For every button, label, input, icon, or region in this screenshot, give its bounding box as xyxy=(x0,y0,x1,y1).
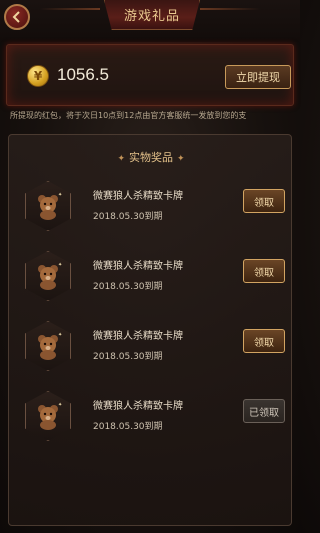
teddy-bear-icon: ✦ xyxy=(25,321,71,371)
prize-name: 微赛狼人杀精致卡牌 xyxy=(93,331,183,342)
prize-item: ✦ 微赛狼人杀精致卡牌 2018.05.30到期 领取 xyxy=(17,179,285,239)
withdraw-button[interactable]: 立即提现 xyxy=(225,65,291,89)
svg-text:✦: ✦ xyxy=(58,192,62,198)
chevron-left-icon xyxy=(12,11,20,23)
physical-prizes-panel: ✦ 实物奖品 ✦ ✦ 微赛狼人杀精致卡牌 2018.05.30到期 领取 ✦ 微赛狼… xyxy=(8,134,292,526)
top-bar: 游戏礼品 xyxy=(0,0,300,42)
title-ornament-left xyxy=(40,8,100,10)
ornament-icon: ✦ xyxy=(177,154,185,164)
claim-button[interactable]: 领取 xyxy=(243,329,285,353)
claim-button[interactable]: 领取 xyxy=(243,189,285,213)
section-header: ✦ 实物奖品 ✦ xyxy=(9,149,293,165)
teddy-bear-icon: ✦ xyxy=(25,251,71,301)
prize-item: ✦ 微赛狼人杀精致卡牌 2018.05.30到期 领取 xyxy=(17,249,285,309)
prize-expiry: 2018.05.30到期 xyxy=(93,422,163,432)
yen-coin-icon: ¥ xyxy=(27,65,49,87)
back-button[interactable] xyxy=(4,4,30,30)
claimed-button[interactable]: 已领取 xyxy=(243,399,285,423)
teddy-bear-icon: ✦ xyxy=(25,391,71,441)
prize-expiry: 2018.05.30到期 xyxy=(93,352,163,362)
prize-expiry: 2018.05.30到期 xyxy=(93,212,163,222)
title-plate: 游戏礼品 xyxy=(104,0,200,30)
prize-name: 微赛狼人杀精致卡牌 xyxy=(93,261,183,272)
svg-text:✦: ✦ xyxy=(58,262,62,268)
prize-item: ✦ 微赛狼人杀精致卡牌 2018.05.30到期 已领取 xyxy=(17,389,285,449)
prize-item: ✦ 微赛狼人杀精致卡牌 2018.05.30到期 领取 xyxy=(17,319,285,379)
coin-symbol: ¥ xyxy=(33,69,43,83)
prize-name: 微赛狼人杀精致卡牌 xyxy=(93,401,183,412)
prize-name: 微赛狼人杀精致卡牌 xyxy=(93,191,183,202)
prize-expiry: 2018.05.30到期 xyxy=(93,282,163,292)
title-ornament-right xyxy=(200,8,260,10)
section-title: 实物奖品 xyxy=(129,151,173,164)
balance-panel: ¥ 1056.5 立即提现 xyxy=(6,44,294,106)
svg-text:✦: ✦ xyxy=(58,332,62,338)
page-title: 游戏礼品 xyxy=(123,9,180,24)
balance-amount: 1056.5 xyxy=(57,65,109,84)
claim-button[interactable]: 领取 xyxy=(243,259,285,283)
withdraw-notice: 所提现的红包，将于次日10点到12点由官方客服统一发放到您的支 xyxy=(10,111,247,120)
ornament-icon: ✦ xyxy=(117,154,125,164)
teddy-bear-icon: ✦ xyxy=(25,181,71,231)
svg-text:✦: ✦ xyxy=(58,402,62,408)
